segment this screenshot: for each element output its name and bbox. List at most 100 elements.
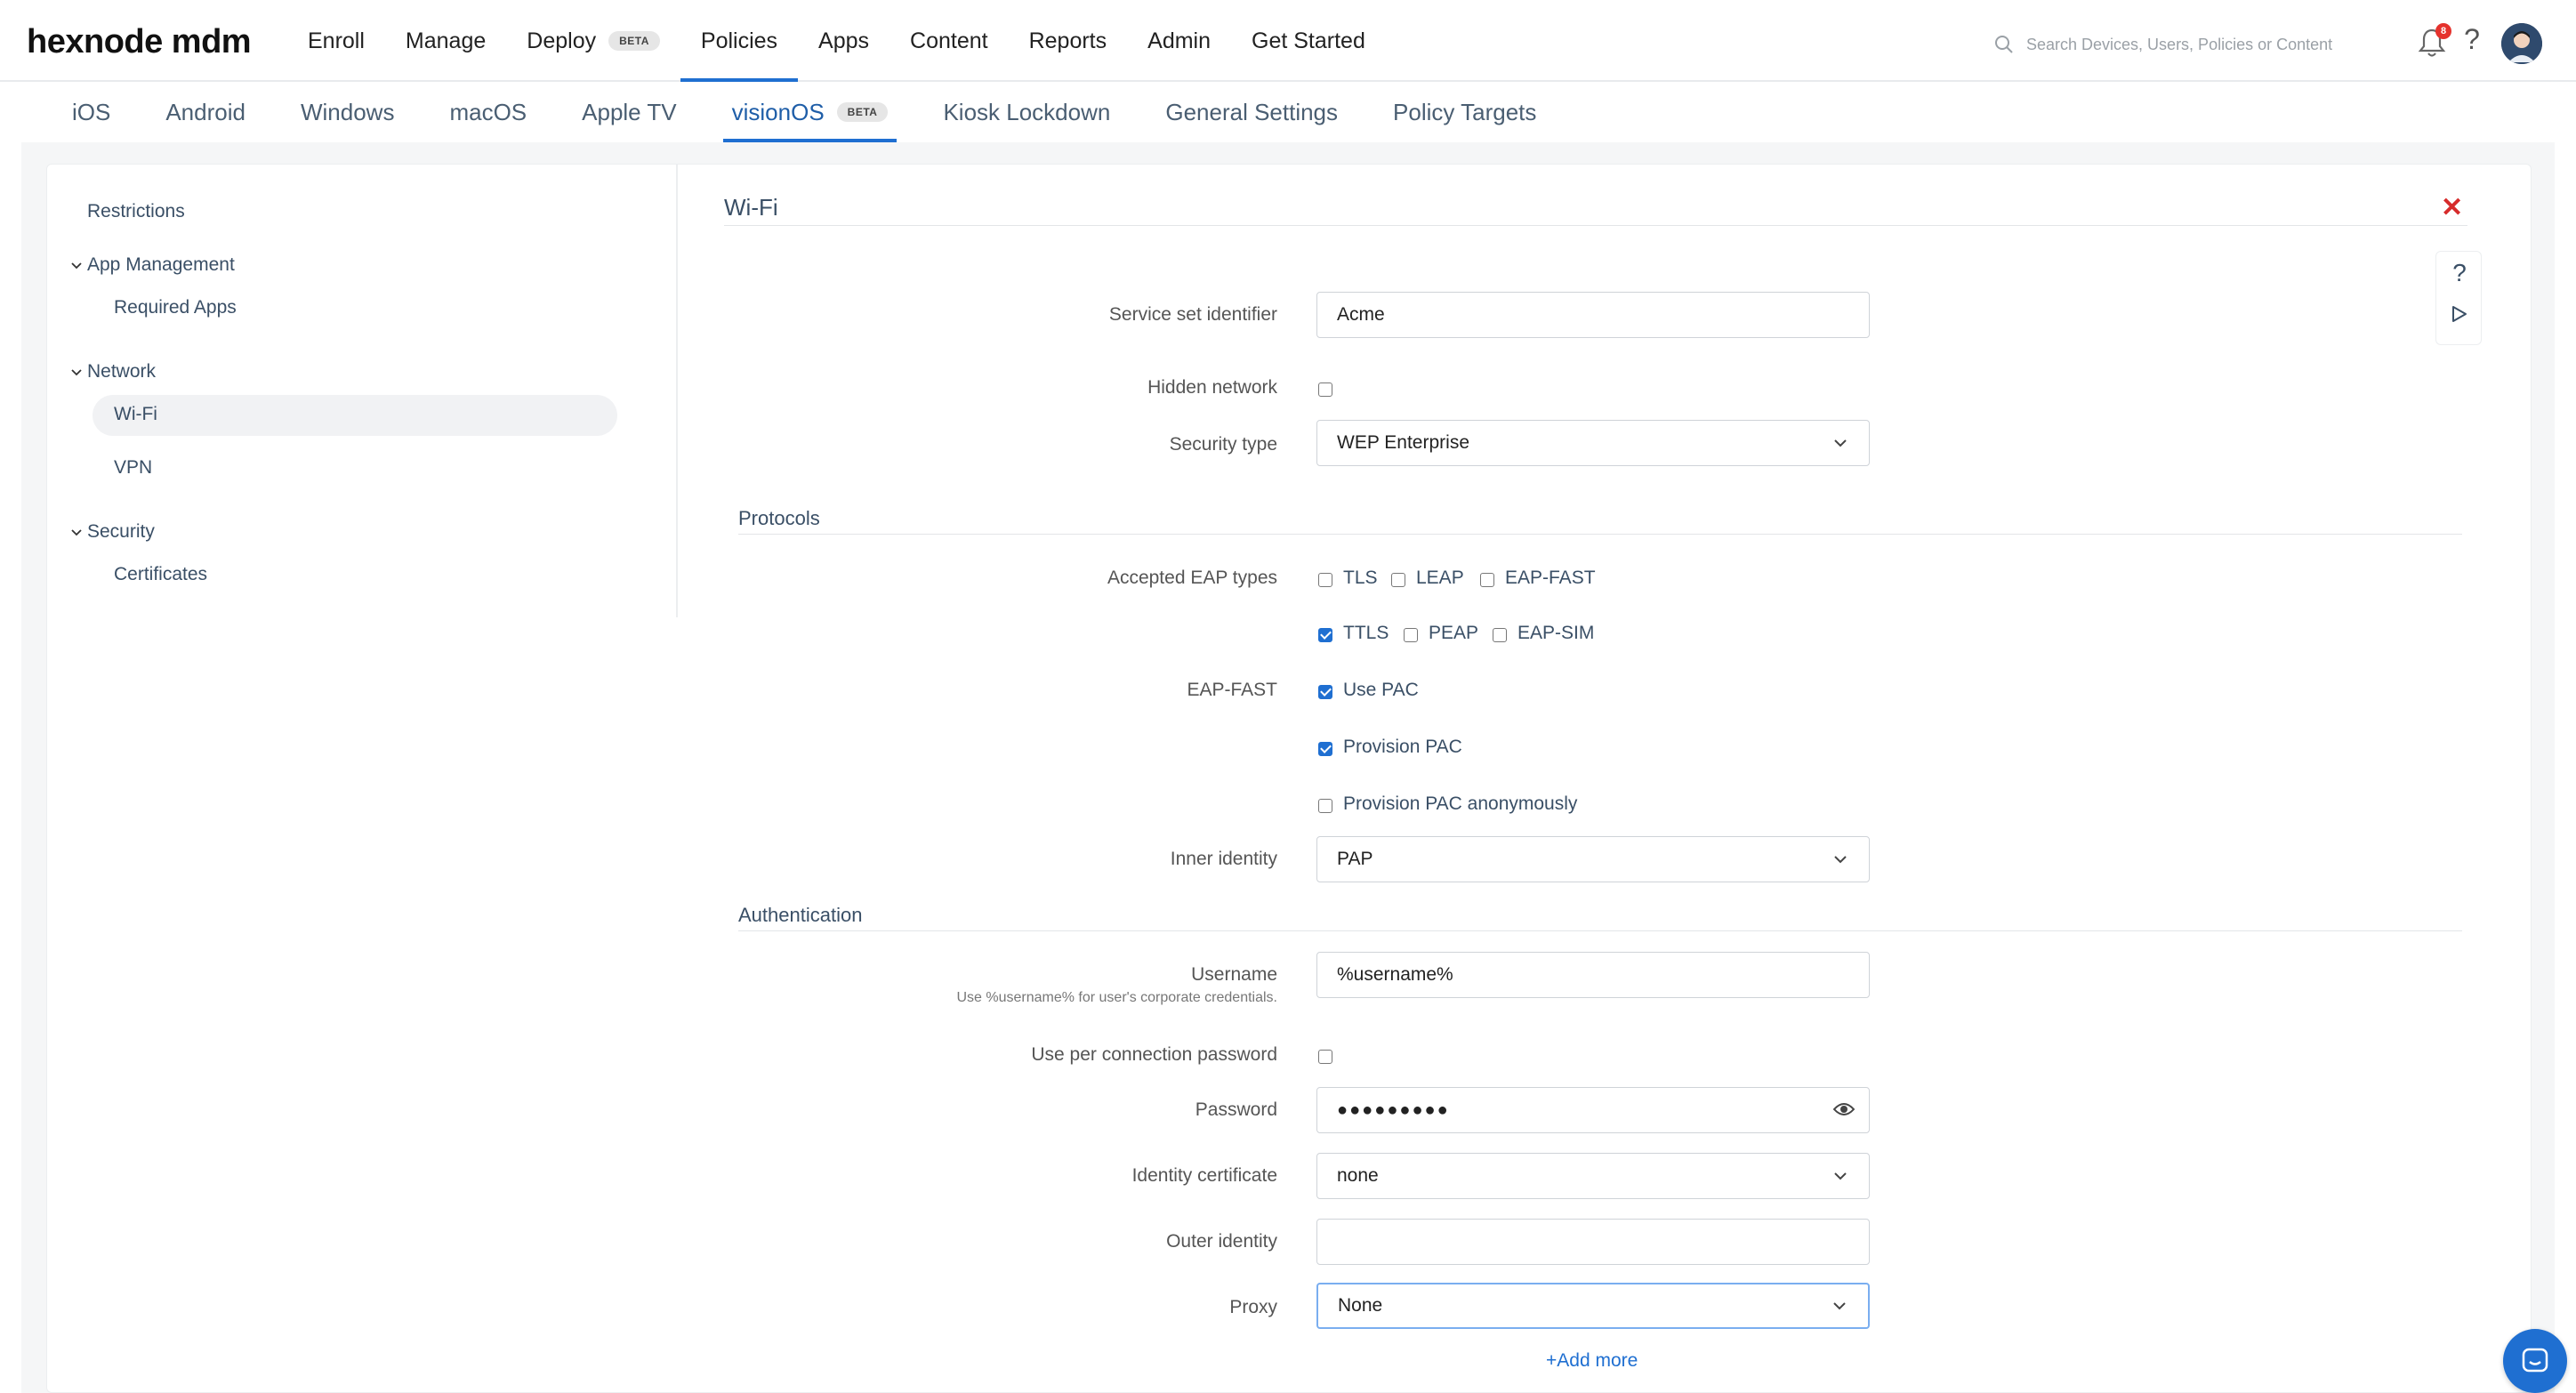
username-input[interactable]: %username% bbox=[1316, 952, 1870, 998]
section-divider bbox=[738, 930, 2462, 931]
security-type-value: WEP Enterprise bbox=[1337, 432, 1469, 453]
hidden-network-label: Hidden network bbox=[1147, 377, 1277, 398]
nav-label: Deploy bbox=[527, 28, 597, 53]
tab-label: Kiosk Lockdown bbox=[943, 98, 1111, 125]
nav-admin[interactable]: Admin bbox=[1127, 0, 1231, 82]
per-connection-password-label: Use per connection password bbox=[1031, 1044, 1277, 1065]
ssid-input[interactable]: Acme bbox=[1316, 292, 1870, 338]
security-type-select[interactable]: WEP Enterprise bbox=[1316, 420, 1870, 466]
hidden-network-checkbox[interactable] bbox=[1318, 382, 1332, 397]
tab-apple-tv[interactable]: Apple TV bbox=[563, 82, 695, 142]
ssid-label: Service set identifier bbox=[1108, 304, 1277, 325]
sidebar-item-wifi[interactable]: Wi-Fi bbox=[114, 404, 157, 425]
proxy-select[interactable]: None bbox=[1316, 1283, 1870, 1329]
tab-policy-targets[interactable]: Policy Targets bbox=[1374, 82, 1555, 142]
per-connection-password-checkbox[interactable] bbox=[1318, 1050, 1332, 1064]
sidebar-group-app-management[interactable]: App Management bbox=[71, 254, 235, 276]
password-label: Password bbox=[1195, 1099, 1277, 1120]
eap-tls-label: TLS bbox=[1343, 568, 1378, 588]
inner-identity-select[interactable]: PAP bbox=[1316, 836, 1870, 882]
tab-label: iOS bbox=[72, 98, 111, 125]
chevron-down-icon bbox=[1833, 1302, 1846, 1310]
tab-label: macOS bbox=[449, 98, 527, 125]
search-input[interactable] bbox=[2026, 35, 2400, 54]
identity-certificate-select[interactable]: none bbox=[1316, 1153, 1870, 1199]
proxy-label: Proxy bbox=[1229, 1297, 1277, 1317]
identity-certificate-label: Identity certificate bbox=[1131, 1165, 1277, 1186]
chevron-down-icon bbox=[1834, 856, 1847, 864]
tab-kiosk-lockdown[interactable]: Kiosk Lockdown bbox=[924, 82, 1129, 142]
chevron-down-icon bbox=[71, 258, 84, 272]
nav-deploy[interactable]: Deploy BETA bbox=[506, 0, 680, 82]
identity-certificate-value: none bbox=[1337, 1165, 1379, 1186]
nav-enroll[interactable]: Enroll bbox=[287, 0, 385, 82]
policy-sidebar bbox=[46, 164, 678, 617]
sidebar-group-security[interactable]: Security bbox=[71, 521, 155, 543]
sidebar-group-label: App Management bbox=[87, 254, 235, 275]
tab-ios[interactable]: iOS bbox=[53, 82, 129, 142]
sidebar-item-certificates[interactable]: Certificates bbox=[114, 564, 207, 585]
help-icon[interactable]: ? bbox=[2459, 23, 2485, 62]
main-menu: Enroll Manage Deploy BETA Policies Apps C… bbox=[287, 0, 1386, 82]
nav-label: Admin bbox=[1147, 28, 1212, 53]
tab-windows[interactable]: Windows bbox=[282, 82, 413, 142]
tab-macos[interactable]: macOS bbox=[431, 82, 545, 142]
outer-identity-input[interactable] bbox=[1316, 1219, 1870, 1265]
eap-leap-checkbox[interactable] bbox=[1391, 573, 1405, 587]
user-avatar[interactable] bbox=[2501, 23, 2542, 64]
nav-label: Content bbox=[910, 28, 988, 53]
notification-count-badge: 8 bbox=[2435, 23, 2451, 39]
nav-policies[interactable]: Policies bbox=[680, 0, 799, 82]
sidebar-item-required-apps[interactable]: Required Apps bbox=[114, 297, 237, 318]
nav-reports[interactable]: Reports bbox=[1009, 0, 1128, 82]
eap-sim-checkbox[interactable] bbox=[1493, 628, 1507, 642]
nav-manage[interactable]: Manage bbox=[385, 0, 506, 82]
eap-peap-checkbox[interactable] bbox=[1404, 628, 1418, 642]
provision-pac-checkbox[interactable] bbox=[1318, 742, 1332, 756]
play-tutorial-icon[interactable] bbox=[2451, 305, 2467, 327]
sidebar-group-network[interactable]: Network bbox=[71, 361, 156, 382]
chevron-down-icon bbox=[1834, 1172, 1847, 1180]
help-icon[interactable]: ? bbox=[2436, 259, 2483, 287]
nav-apps[interactable]: Apps bbox=[798, 0, 890, 82]
title-divider bbox=[724, 225, 2467, 226]
show-password-icon[interactable] bbox=[1832, 1101, 1856, 1123]
eap-fast-label: EAP-FAST bbox=[1187, 680, 1277, 700]
password-input[interactable]: ●●●●●●●●● bbox=[1316, 1087, 1870, 1133]
nav-label: Enroll bbox=[308, 28, 365, 53]
sidebar-item-vpn[interactable]: VPN bbox=[114, 457, 152, 479]
tab-android[interactable]: Android bbox=[147, 82, 264, 142]
global-search[interactable] bbox=[1991, 27, 2418, 62]
username-hint: Use %username% for user's corporate cred… bbox=[956, 990, 1277, 1005]
chat-support-button[interactable] bbox=[2503, 1329, 2567, 1393]
nav-label: Get Started bbox=[1252, 28, 1365, 53]
sidebar-item-restrictions[interactable]: Restrictions bbox=[87, 201, 185, 222]
tab-visionos[interactable]: visionOS BETA bbox=[713, 82, 907, 142]
use-pac-checkbox[interactable] bbox=[1318, 685, 1332, 699]
tab-general-settings[interactable]: General Settings bbox=[1147, 82, 1356, 142]
provision-pac-anonymously-checkbox[interactable] bbox=[1318, 799, 1332, 813]
tab-label: visionOS bbox=[731, 98, 825, 125]
eap-fast-checkbox[interactable] bbox=[1480, 573, 1494, 587]
eap-ttls-label: TTLS bbox=[1343, 623, 1389, 643]
top-navigation: hexnode mdm Enroll Manage Deploy BETA Pol… bbox=[0, 0, 2576, 82]
hexnode-logo[interactable]: hexnode mdm bbox=[27, 23, 252, 61]
eap-fast-label: EAP-FAST bbox=[1505, 568, 1596, 588]
search-icon bbox=[1991, 31, 2017, 58]
nav-content[interactable]: Content bbox=[890, 0, 1009, 82]
security-type-label: Security type bbox=[1169, 434, 1277, 455]
username-label: Username bbox=[1191, 964, 1277, 985]
notifications-button[interactable]: 8 bbox=[2418, 23, 2451, 62]
provision-pac-anonymously-label: Provision PAC anonymously bbox=[1343, 793, 1578, 814]
close-icon[interactable]: ✕ bbox=[2441, 192, 2463, 223]
eap-ttls-checkbox[interactable] bbox=[1318, 628, 1332, 642]
side-tools: ? bbox=[2435, 251, 2482, 345]
outer-identity-label: Outer identity bbox=[1166, 1231, 1277, 1252]
add-more-link[interactable]: +Add more bbox=[1546, 1350, 1638, 1372]
protocols-section-title: Protocols bbox=[738, 507, 820, 529]
inner-identity-value: PAP bbox=[1337, 849, 1373, 869]
eap-types-label: Accepted EAP types bbox=[1107, 568, 1277, 588]
eap-tls-checkbox[interactable] bbox=[1318, 573, 1332, 587]
nav-label: Manage bbox=[405, 28, 487, 53]
nav-get-started[interactable]: Get Started bbox=[1231, 0, 1386, 82]
